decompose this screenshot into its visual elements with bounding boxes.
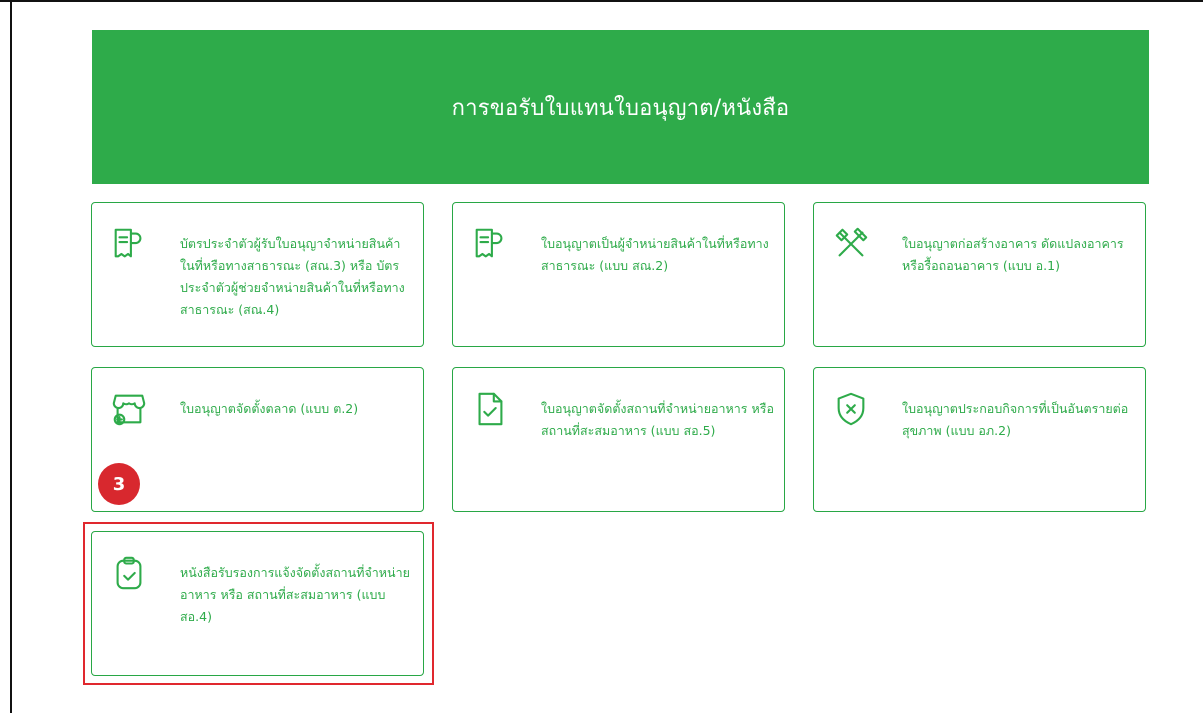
card-construction-permit[interactable]: ใบอนุญาตก่อสร้างอาคาร ดัดแปลงอาคาร หรือร… [813,202,1146,347]
card-label: บัตรประจำตัวผู้รับใบอนุญาจำหน่ายสินค้าใน… [180,236,405,317]
card-label: ใบอนุญาตเป็นผู้จำหน่ายสินค้าในที่หรือทาง… [541,236,769,273]
card-vendor-id-card[interactable]: บัตรประจำตัวผู้รับใบอนุญาจำหน่ายสินค้าใน… [91,202,424,347]
card-label: ใบอนุญาตจัดตั้งตลาด (แบบ ต.2) [180,401,359,416]
page-header-banner: การขอรับใบแทนใบอนุญาต/หนังสือ [92,30,1149,184]
construction-tools-icon [832,225,870,263]
document-check-icon [471,390,509,428]
window-left-border [10,0,12,713]
highlight-box [83,522,434,685]
card-food-premises-license[interactable]: ใบอนุญาตจัดตั้งสถานที่จำหน่ายอาหาร หรือส… [452,367,785,512]
step-badge: 3 [98,463,140,505]
card-label: ใบอนุญาตก่อสร้างอาคาร ดัดแปลงอาคาร หรือร… [902,236,1124,273]
card-label: ใบอนุญาตจัดตั้งสถานที่จำหน่ายอาหาร หรือส… [541,401,774,438]
card-market-license[interactable]: ใบอนุญาตจัดตั้งตลาด (แบบ ต.2) [91,367,424,512]
page-title: การขอรับใบแทนใบอนุญาต/หนังสือ [451,95,790,121]
receipt-icon [110,225,148,263]
shield-x-icon [832,390,870,428]
card-label: ใบอนุญาตประกอบกิจการที่เป็นอันตรายต่อสุข… [902,401,1129,438]
card-health-hazard-license[interactable]: ใบอนุญาตประกอบกิจการที่เป็นอันตรายต่อสุข… [813,367,1146,512]
market-stall-icon [110,390,148,428]
card-vendor-license[interactable]: ใบอนุญาตเป็นผู้จำหน่ายสินค้าในที่หรือทาง… [452,202,785,347]
receipt-icon [471,225,509,263]
window-top-border [0,0,1203,2]
